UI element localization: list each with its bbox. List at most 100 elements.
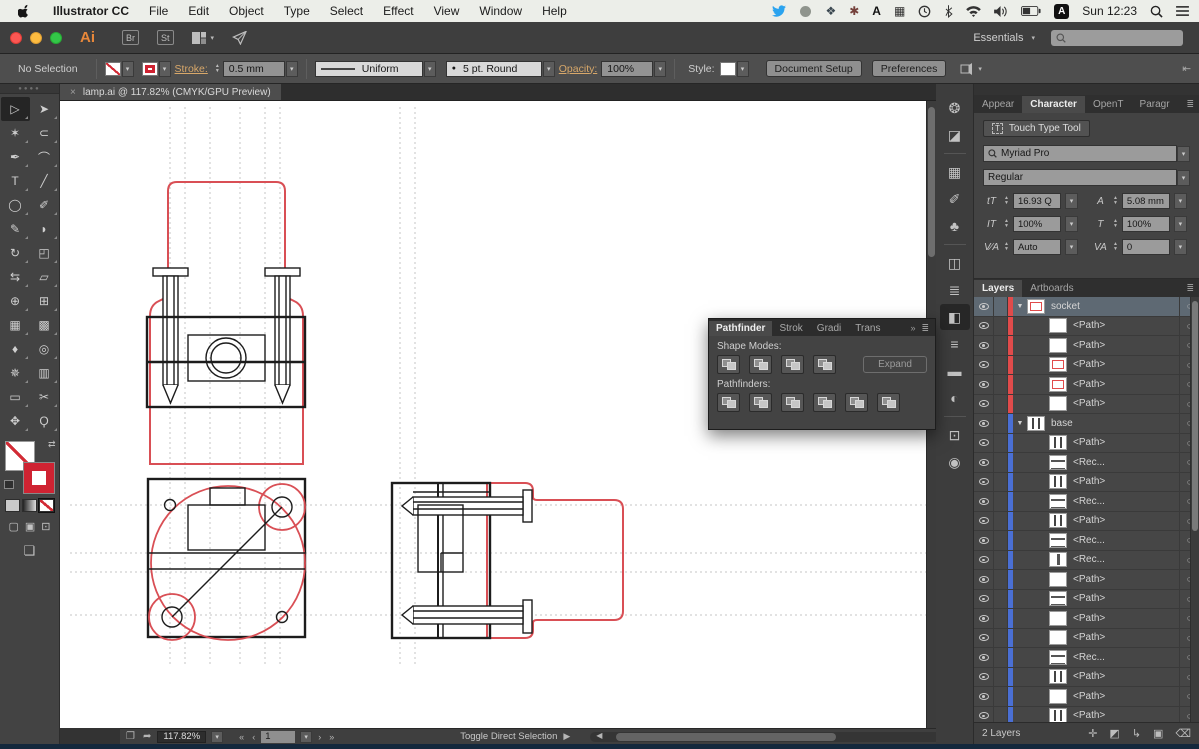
- blend-tool[interactable]: ◎: [30, 337, 59, 361]
- minimize-window-button[interactable]: [30, 32, 42, 44]
- layer-row-path[interactable]: <Path>○: [974, 356, 1199, 376]
- kerning-field[interactable]: Auto: [1013, 239, 1061, 255]
- visibility-toggle[interactable]: [974, 434, 994, 453]
- layer-row-path[interactable]: <Path>○: [974, 512, 1199, 532]
- share-rocket-icon[interactable]: [232, 31, 247, 45]
- layer-row-rec[interactable]: <Rec...○: [974, 551, 1199, 571]
- layer-row-path[interactable]: <Path>○: [974, 473, 1199, 493]
- layer-row-path[interactable]: <Path>○: [974, 434, 1199, 454]
- perspective-grid-tool[interactable]: ⊞: [30, 289, 59, 313]
- notification-center-icon[interactable]: [1176, 6, 1189, 17]
- font-style-dropdown[interactable]: ▾: [1177, 170, 1190, 186]
- brush-definition-dropdown[interactable]: ▾: [543, 61, 555, 77]
- style-swatch[interactable]: [720, 62, 736, 76]
- panel-menu-icon[interactable]: ≣: [1181, 280, 1199, 297]
- shaper-tool[interactable]: ◗: [30, 217, 59, 241]
- font-size-stepper[interactable]: ▲▼: [1004, 196, 1009, 206]
- layer-row-path[interactable]: <Path>○: [974, 687, 1199, 707]
- first-artboard-button[interactable]: «: [237, 732, 246, 742]
- new-sublayer-icon[interactable]: ↳: [1132, 727, 1141, 740]
- draw-inside-icon[interactable]: ⊡: [41, 520, 50, 533]
- visibility-toggle[interactable]: [974, 336, 994, 355]
- creative-cloud-icon[interactable]: ✱: [849, 4, 859, 18]
- bridge-button[interactable]: Br: [122, 30, 139, 45]
- crop-button[interactable]: [813, 393, 836, 412]
- tab-trans[interactable]: Trans: [848, 321, 887, 336]
- swap-fill-stroke-icon[interactable]: ⇄: [48, 439, 56, 450]
- wifi-icon[interactable]: [966, 6, 981, 17]
- menu-file[interactable]: File: [139, 4, 178, 18]
- outline-button[interactable]: [845, 393, 868, 412]
- visibility-toggle[interactable]: [974, 668, 994, 687]
- lock-toggle[interactable]: [994, 512, 1008, 531]
- tab-appear[interactable]: Appear: [974, 96, 1022, 113]
- document-tab[interactable]: × lamp.ai @ 117.82% (CMYK/GPU Preview): [60, 84, 281, 100]
- workspace-switcher[interactable]: Essentials▾: [973, 32, 1035, 44]
- swatches-panel-icon[interactable]: ▦: [940, 159, 970, 185]
- none-button[interactable]: [39, 499, 54, 512]
- delete-layer-icon[interactable]: ⌫: [1175, 727, 1191, 740]
- paintbrush-tool[interactable]: ✐: [30, 193, 59, 217]
- minus-back-button[interactable]: [877, 393, 900, 412]
- arrange-documents-button[interactable]: ▾: [192, 32, 215, 44]
- menu-effect[interactable]: Effect: [373, 4, 423, 18]
- lock-toggle[interactable]: [994, 609, 1008, 628]
- arrange-status-icon[interactable]: ❐: [124, 731, 137, 742]
- artboard-number-field[interactable]: 1: [261, 731, 295, 743]
- isolate-selection-icon[interactable]: ▾: [960, 63, 982, 75]
- shape-builder-tool[interactable]: ⊕: [1, 289, 30, 313]
- leading-dropdown[interactable]: ▾: [1174, 193, 1187, 209]
- pathfinder-panel-icon[interactable]: ◧: [940, 304, 970, 330]
- layer-row-rec[interactable]: <Rec...○: [974, 492, 1199, 512]
- minus-front-button[interactable]: [749, 355, 772, 374]
- style-dropdown[interactable]: ▾: [737, 61, 749, 77]
- layer-row-path[interactable]: <Path>○: [974, 707, 1199, 723]
- variable-width-profile-field[interactable]: Uniform: [315, 61, 423, 77]
- layer-row-rec[interactable]: <Rec...○: [974, 453, 1199, 473]
- width-tool[interactable]: ⇆: [1, 265, 30, 289]
- screen-mode-button[interactable]: ❏: [0, 543, 59, 559]
- visibility-toggle[interactable]: [974, 375, 994, 394]
- vertical-scale-dropdown[interactable]: ▾: [1065, 216, 1078, 232]
- visibility-toggle[interactable]: [974, 317, 994, 336]
- tab-artboards[interactable]: Artboards: [1022, 280, 1081, 297]
- type-tool[interactable]: T: [1, 169, 30, 193]
- make-clipping-mask-icon[interactable]: ◩: [1109, 727, 1119, 740]
- tab-gradi[interactable]: Gradi: [810, 321, 848, 336]
- layer-row-rec[interactable]: <Rec...○: [974, 531, 1199, 551]
- layer-row-path[interactable]: <Path>○: [974, 570, 1199, 590]
- font-family-dropdown[interactable]: ▾: [1177, 146, 1190, 162]
- gradient-button[interactable]: [22, 499, 37, 512]
- zoom-window-button[interactable]: [50, 32, 62, 44]
- layer-row-path[interactable]: <Path>○: [974, 317, 1199, 337]
- tracking-field[interactable]: 0: [1122, 239, 1170, 255]
- layer-row-path[interactable]: <Path>○: [974, 375, 1199, 395]
- locate-object-icon[interactable]: ✛: [1088, 727, 1097, 740]
- lock-toggle[interactable]: [994, 317, 1008, 336]
- lock-toggle[interactable]: [994, 629, 1008, 648]
- search-input[interactable]: [1051, 30, 1183, 46]
- menu-object[interactable]: Object: [219, 4, 274, 18]
- font-size-dropdown[interactable]: ▾: [1065, 193, 1078, 209]
- opacity-dropdown[interactable]: ▾: [654, 61, 666, 77]
- bluetooth-icon[interactable]: [944, 5, 953, 18]
- scale-tool[interactable]: ◰: [30, 241, 59, 265]
- visibility-toggle[interactable]: [974, 629, 994, 648]
- gradient-panel-icon[interactable]: ▬: [940, 358, 970, 384]
- vertical-scale-field[interactable]: 100%: [1013, 216, 1061, 232]
- font-family-field[interactable]: Myriad Pro: [983, 145, 1177, 162]
- free-transform-tool[interactable]: ▱: [30, 265, 59, 289]
- vertical-scale-stepper[interactable]: ▲▼: [1004, 219, 1009, 229]
- layer-row-rec[interactable]: <Rec...○: [974, 648, 1199, 668]
- intersect-button[interactable]: [781, 355, 804, 374]
- rotate-tool[interactable]: ↻: [1, 241, 30, 265]
- pathfinder-menu-icon[interactable]: ≣: [921, 323, 929, 334]
- trim-button[interactable]: [749, 393, 772, 412]
- layer-row-path[interactable]: <Path>○: [974, 395, 1199, 415]
- visibility-toggle[interactable]: [974, 687, 994, 706]
- panel-menu-icon[interactable]: ≣: [1181, 96, 1199, 113]
- transform-panel-icon[interactable]: ◫: [940, 250, 970, 276]
- exclude-button[interactable]: [813, 355, 836, 374]
- lock-toggle[interactable]: [994, 356, 1008, 375]
- transparency-panel-icon[interactable]: ◐: [940, 385, 970, 411]
